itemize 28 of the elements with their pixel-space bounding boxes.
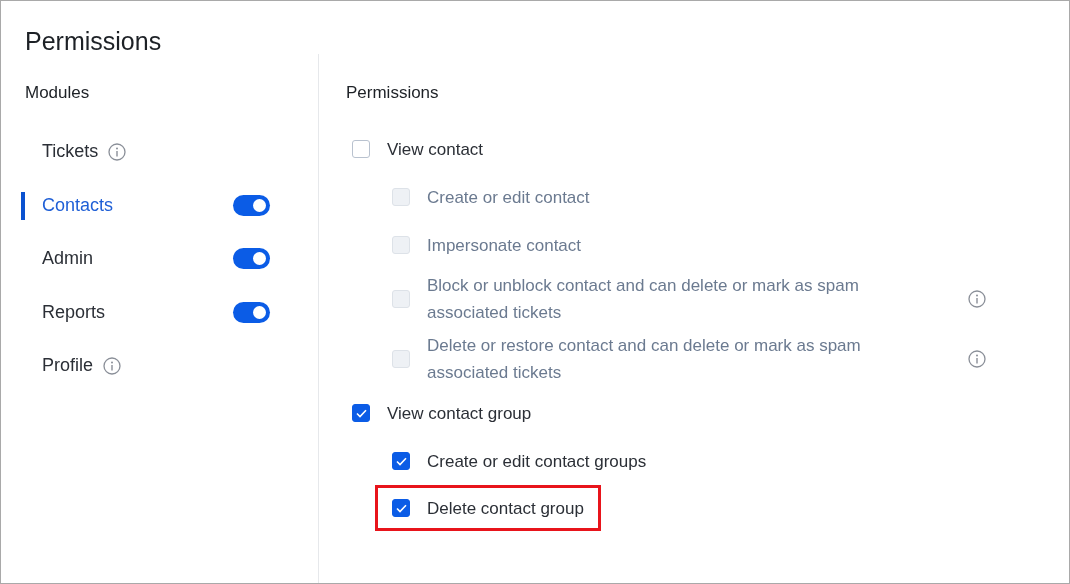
permission-label: Delete or restore contact and can delete or mark as spam associated tickets	[427, 335, 862, 384]
permission-label: View contact	[387, 138, 484, 161]
toggle-switch[interactable]	[233, 301, 270, 323]
checkbox[interactable]	[392, 452, 410, 470]
checkbox[interactable]	[352, 404, 370, 422]
permission-label: Create or edit contact groups	[427, 450, 647, 473]
module-tab[interactable]: Contacts	[42, 194, 114, 216]
checkmark-icon	[355, 408, 367, 418]
permission-label: Block or unblock contact and can delete or mark as spam associated tickets	[427, 275, 860, 324]
module-tab[interactable]: Profile	[42, 355, 94, 377]
info-icon[interactable]	[108, 142, 127, 161]
module-tab[interactable]: Admin	[42, 248, 94, 270]
checkmark-icon	[395, 503, 407, 513]
checkmark-icon	[395, 456, 407, 466]
modules-heading: Modules	[25, 83, 90, 103]
permission-label: View contact group	[387, 402, 532, 425]
permission-label: Impersonate contact	[427, 234, 582, 257]
toggle-switch[interactable]	[233, 248, 270, 270]
info-icon[interactable]	[103, 356, 122, 375]
permission-label: Create or edit contact	[427, 186, 590, 209]
checkbox[interactable]	[352, 140, 370, 158]
checkbox[interactable]	[392, 499, 410, 517]
module-tab[interactable]: Reports	[42, 301, 106, 323]
permission-label: Delete contact group	[427, 497, 584, 520]
module-tab[interactable]: Tickets	[42, 141, 99, 163]
toggle-switch[interactable]	[233, 194, 270, 216]
page-title: Permissions	[24, 26, 163, 54]
permissions-heading: Permissions	[346, 83, 439, 103]
